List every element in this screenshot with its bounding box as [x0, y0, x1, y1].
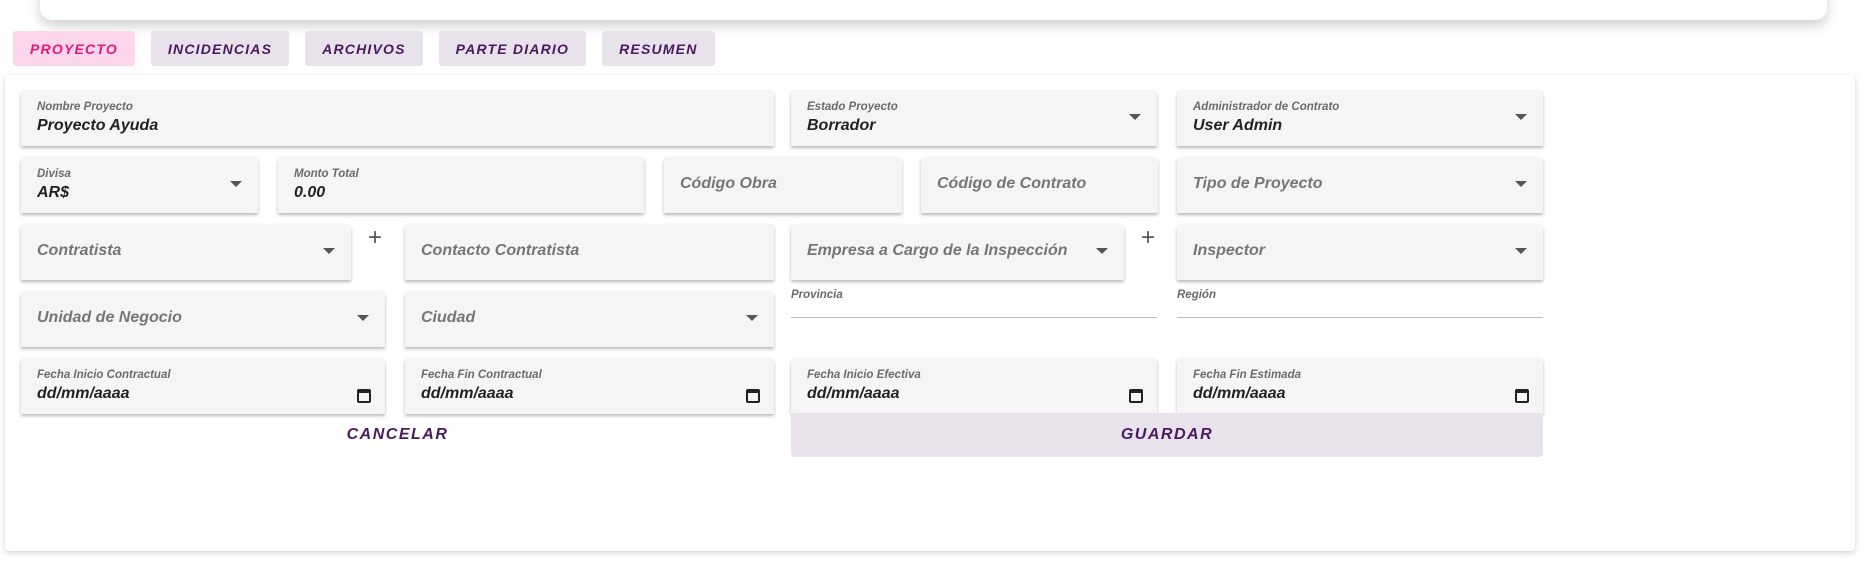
fecha-fin-estimada-field[interactable]: Fecha Fin Estimada dd/mm/aaaa [1177, 358, 1543, 414]
administrador-contrato-label: Administrador de Contrato [1193, 101, 1340, 113]
codigo-obra-field[interactable]: Código Obra [664, 157, 902, 213]
fecha-inicio-contractual-field[interactable]: Fecha Inicio Contractual dd/mm/aaaa [21, 358, 385, 414]
cancel-button[interactable]: CANCELAR [21, 413, 774, 457]
caret-down-icon [357, 315, 369, 321]
estado-proyecto-label: Estado Proyecto [807, 101, 898, 113]
add-contratista-plus-icon[interactable]: + [364, 226, 386, 250]
region-label: Región [1177, 289, 1216, 301]
codigo-obra-placeholder: Código Obra [680, 175, 777, 192]
caret-down-icon [1515, 181, 1527, 187]
nombre-proyecto-field[interactable]: Nombre Proyecto Proyecto Ayuda [21, 90, 774, 146]
save-button[interactable]: GUARDAR [791, 413, 1543, 457]
tab-resumen[interactable]: RESUMEN [602, 31, 715, 66]
fecha-inicio-efectiva-field[interactable]: Fecha Inicio Efectiva dd/mm/aaaa [791, 358, 1157, 414]
monto-total-field[interactable]: Monto Total 0.00 [278, 157, 644, 213]
fecha-fin-contractual-value: dd/mm/aaaa [421, 385, 514, 402]
estado-proyecto-select[interactable]: Estado Proyecto Borrador [791, 90, 1157, 146]
tab-archivos[interactable]: ARCHIVOS [305, 31, 423, 66]
codigo-contrato-field[interactable]: Código de Contrato [921, 157, 1158, 213]
contacto-contratista-field[interactable]: Contacto Contratista [405, 224, 774, 280]
caret-down-icon [1515, 248, 1527, 254]
tipo-proyecto-select[interactable]: Tipo de Proyecto [1177, 157, 1543, 213]
caret-down-icon [746, 315, 758, 321]
tab-incidencias[interactable]: INCIDENCIAS [150, 31, 290, 66]
tab-bar: PROYECTO INCIDENCIAS ARCHIVOS PARTE DIAR… [13, 31, 731, 66]
empresa-inspeccion-placeholder: Empresa a Cargo de la Inspección [807, 242, 1068, 259]
fecha-inicio-contractual-label: Fecha Inicio Contractual [37, 369, 171, 381]
contacto-contratista-placeholder: Contacto Contratista [421, 242, 580, 259]
calendar-icon[interactable] [1515, 389, 1529, 403]
administrador-contrato-select[interactable]: Administrador de Contrato User Admin [1177, 90, 1543, 146]
inspector-placeholder: Inspector [1193, 242, 1266, 259]
inspector-select[interactable]: Inspector [1177, 224, 1543, 280]
fecha-inicio-efectiva-value: dd/mm/aaaa [807, 385, 900, 402]
calendar-icon[interactable] [746, 389, 760, 403]
unidad-negocio-placeholder: Unidad de Negocio [37, 309, 182, 326]
estado-proyecto-value: Borrador [807, 117, 876, 134]
divisa-label: Divisa [37, 168, 71, 180]
fecha-inicio-efectiva-label: Fecha Inicio Efectiva [807, 369, 921, 381]
caret-down-icon [1129, 114, 1141, 120]
calendar-icon[interactable] [1129, 389, 1143, 403]
fecha-fin-contractual-label: Fecha Fin Contractual [421, 369, 542, 381]
provincia-label: Provincia [791, 289, 843, 301]
caret-down-icon [323, 248, 335, 254]
caret-down-icon [230, 181, 242, 187]
project-form-card: Nombre Proyecto Proyecto Ayuda Estado Pr… [5, 75, 1855, 551]
monto-total-value: 0.00 [294, 184, 326, 201]
region-field[interactable]: Región [1177, 278, 1543, 318]
empresa-inspeccion-select[interactable]: Empresa a Cargo de la Inspección [791, 224, 1124, 280]
fecha-inicio-contractual-value: dd/mm/aaaa [37, 385, 130, 402]
provincia-field[interactable]: Provincia [791, 278, 1157, 318]
ciudad-placeholder: Ciudad [421, 309, 476, 326]
tipo-proyecto-placeholder: Tipo de Proyecto [1193, 175, 1323, 192]
tab-parte-diario[interactable]: PARTE DIARIO [438, 31, 587, 66]
ciudad-select[interactable]: Ciudad [405, 291, 774, 347]
fecha-fin-contractual-field[interactable]: Fecha Fin Contractual dd/mm/aaaa [405, 358, 774, 414]
nombre-proyecto-label: Nombre Proyecto [37, 101, 133, 113]
contratista-placeholder: Contratista [37, 242, 122, 259]
nombre-proyecto-value: Proyecto Ayuda [37, 117, 159, 134]
administrador-contrato-value: User Admin [1193, 117, 1283, 134]
contratista-select[interactable]: Contratista [21, 224, 351, 280]
monto-total-label: Monto Total [294, 168, 359, 180]
fecha-fin-estimada-value: dd/mm/aaaa [1193, 385, 1286, 402]
fecha-fin-estimada-label: Fecha Fin Estimada [1193, 369, 1302, 381]
divisa-value: AR$ [37, 184, 70, 201]
unidad-negocio-select[interactable]: Unidad de Negocio [21, 291, 385, 347]
add-empresa-plus-icon[interactable]: + [1137, 226, 1159, 250]
tab-proyecto[interactable]: PROYECTO [13, 31, 135, 66]
divisa-select[interactable]: Divisa AR$ [21, 157, 258, 213]
caret-down-icon [1096, 248, 1108, 254]
caret-down-icon [1515, 114, 1527, 120]
codigo-contrato-placeholder: Código de Contrato [937, 175, 1087, 192]
app-header-bar [40, 0, 1827, 20]
calendar-icon[interactable] [357, 389, 371, 403]
